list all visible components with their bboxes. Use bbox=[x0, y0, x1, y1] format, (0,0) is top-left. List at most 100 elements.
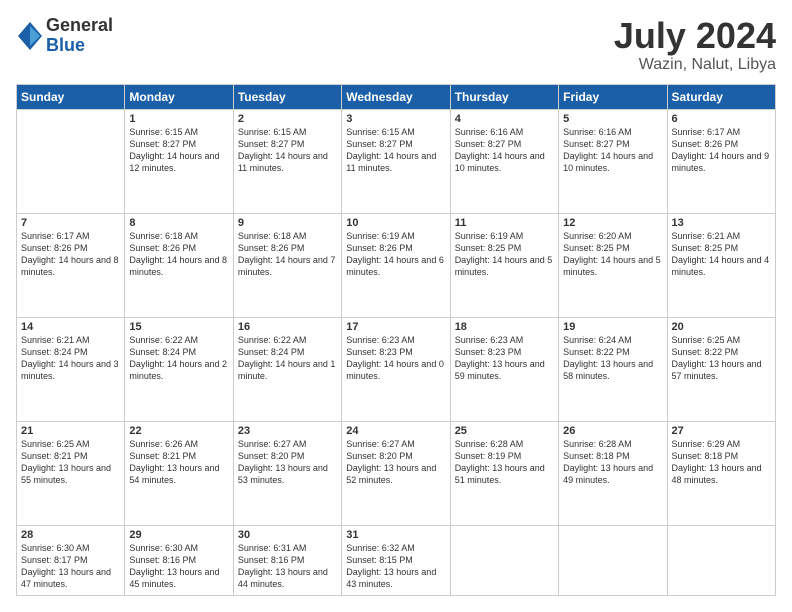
day-number: 9 bbox=[238, 217, 337, 229]
day-info: Sunrise: 6:25 AM Sunset: 8:22 PM Dayligh… bbox=[672, 334, 771, 383]
table-row: 11Sunrise: 6:19 AM Sunset: 8:25 PM Dayli… bbox=[450, 213, 558, 317]
day-info: Sunrise: 6:17 AM Sunset: 8:26 PM Dayligh… bbox=[672, 126, 771, 175]
calendar-week-row: 7Sunrise: 6:17 AM Sunset: 8:26 PM Daylig… bbox=[17, 213, 776, 317]
day-number: 24 bbox=[346, 425, 445, 437]
table-row: 3Sunrise: 6:15 AM Sunset: 8:27 PM Daylig… bbox=[342, 109, 450, 213]
day-info: Sunrise: 6:26 AM Sunset: 8:21 PM Dayligh… bbox=[129, 438, 228, 487]
header-thursday: Thursday bbox=[450, 84, 558, 109]
day-number: 14 bbox=[21, 321, 120, 333]
table-row: 1Sunrise: 6:15 AM Sunset: 8:27 PM Daylig… bbox=[125, 109, 233, 213]
header-tuesday: Tuesday bbox=[233, 84, 341, 109]
table-row: 16Sunrise: 6:22 AM Sunset: 8:24 PM Dayli… bbox=[233, 317, 341, 421]
day-info: Sunrise: 6:20 AM Sunset: 8:25 PM Dayligh… bbox=[563, 230, 662, 279]
day-info: Sunrise: 6:21 AM Sunset: 8:25 PM Dayligh… bbox=[672, 230, 771, 279]
day-info: Sunrise: 6:16 AM Sunset: 8:27 PM Dayligh… bbox=[563, 126, 662, 175]
table-row: 4Sunrise: 6:16 AM Sunset: 8:27 PM Daylig… bbox=[450, 109, 558, 213]
day-number: 2 bbox=[238, 113, 337, 125]
day-number: 30 bbox=[238, 529, 337, 541]
day-number: 22 bbox=[129, 425, 228, 437]
title-block: July 2024 Wazin, Nalut, Libya bbox=[614, 16, 776, 74]
day-number: 31 bbox=[346, 529, 445, 541]
header-friday: Friday bbox=[559, 84, 667, 109]
table-row: 2Sunrise: 6:15 AM Sunset: 8:27 PM Daylig… bbox=[233, 109, 341, 213]
day-number: 11 bbox=[455, 217, 554, 229]
day-info: Sunrise: 6:32 AM Sunset: 8:15 PM Dayligh… bbox=[346, 542, 445, 591]
table-row: 7Sunrise: 6:17 AM Sunset: 8:26 PM Daylig… bbox=[17, 213, 125, 317]
day-number: 1 bbox=[129, 113, 228, 125]
day-number: 6 bbox=[672, 113, 771, 125]
day-number: 13 bbox=[672, 217, 771, 229]
table-row: 13Sunrise: 6:21 AM Sunset: 8:25 PM Dayli… bbox=[667, 213, 775, 317]
day-info: Sunrise: 6:24 AM Sunset: 8:22 PM Dayligh… bbox=[563, 334, 662, 383]
table-row: 31Sunrise: 6:32 AM Sunset: 8:15 PM Dayli… bbox=[342, 526, 450, 596]
day-info: Sunrise: 6:25 AM Sunset: 8:21 PM Dayligh… bbox=[21, 438, 120, 487]
day-number: 23 bbox=[238, 425, 337, 437]
header: General Blue July 2024 Wazin, Nalut, Lib… bbox=[16, 16, 776, 74]
calendar-week-row: 14Sunrise: 6:21 AM Sunset: 8:24 PM Dayli… bbox=[17, 317, 776, 421]
day-number: 7 bbox=[21, 217, 120, 229]
header-wednesday: Wednesday bbox=[342, 84, 450, 109]
table-row: 18Sunrise: 6:23 AM Sunset: 8:23 PM Dayli… bbox=[450, 317, 558, 421]
day-info: Sunrise: 6:18 AM Sunset: 8:26 PM Dayligh… bbox=[129, 230, 228, 279]
table-row: 12Sunrise: 6:20 AM Sunset: 8:25 PM Dayli… bbox=[559, 213, 667, 317]
calendar-header-row: Sunday Monday Tuesday Wednesday Thursday… bbox=[17, 84, 776, 109]
day-info: Sunrise: 6:22 AM Sunset: 8:24 PM Dayligh… bbox=[129, 334, 228, 383]
day-info: Sunrise: 6:22 AM Sunset: 8:24 PM Dayligh… bbox=[238, 334, 337, 383]
table-row: 20Sunrise: 6:25 AM Sunset: 8:22 PM Dayli… bbox=[667, 317, 775, 421]
calendar-week-row: 1 Sunrise: 6:15 AM Sunset: 8:27 PM Daylig… bbox=[17, 109, 776, 213]
table-row: 22Sunrise: 6:26 AM Sunset: 8:21 PM Dayli… bbox=[125, 421, 233, 525]
table-row: 17Sunrise: 6:23 AM Sunset: 8:23 PM Dayli… bbox=[342, 317, 450, 421]
day-number: 17 bbox=[346, 321, 445, 333]
day-number: 19 bbox=[563, 321, 662, 333]
table-row bbox=[17, 109, 125, 213]
logo-text: General Blue bbox=[46, 16, 113, 56]
logo-icon bbox=[18, 22, 42, 50]
day-number: 12 bbox=[563, 217, 662, 229]
header-saturday: Saturday bbox=[667, 84, 775, 109]
table-row bbox=[450, 526, 558, 596]
header-sunday: Sunday bbox=[17, 84, 125, 109]
day-info: Sunrise: 6:30 AM Sunset: 8:16 PM Dayligh… bbox=[129, 542, 228, 591]
table-row: 10Sunrise: 6:19 AM Sunset: 8:26 PM Dayli… bbox=[342, 213, 450, 317]
table-row bbox=[667, 526, 775, 596]
table-row: 24Sunrise: 6:27 AM Sunset: 8:20 PM Dayli… bbox=[342, 421, 450, 525]
table-row: 14Sunrise: 6:21 AM Sunset: 8:24 PM Dayli… bbox=[17, 317, 125, 421]
table-row: 19Sunrise: 6:24 AM Sunset: 8:22 PM Dayli… bbox=[559, 317, 667, 421]
day-info: Sunrise: 6:16 AM Sunset: 8:27 PM Dayligh… bbox=[455, 126, 554, 175]
header-monday: Monday bbox=[125, 84, 233, 109]
table-row: 9Sunrise: 6:18 AM Sunset: 8:26 PM Daylig… bbox=[233, 213, 341, 317]
table-row: 29Sunrise: 6:30 AM Sunset: 8:16 PM Dayli… bbox=[125, 526, 233, 596]
month-title: July 2024 bbox=[614, 16, 776, 56]
day-info: Sunrise: 6:15 AM Sunset: 8:27 PM Dayligh… bbox=[238, 126, 337, 175]
logo-general-text: General bbox=[46, 16, 113, 36]
day-number: 27 bbox=[672, 425, 771, 437]
day-number: 3 bbox=[346, 113, 445, 125]
day-info: Sunrise: 6:27 AM Sunset: 8:20 PM Dayligh… bbox=[238, 438, 337, 487]
day-info: Sunrise: 6:28 AM Sunset: 8:18 PM Dayligh… bbox=[563, 438, 662, 487]
day-number: 26 bbox=[563, 425, 662, 437]
calendar: Sunday Monday Tuesday Wednesday Thursday… bbox=[16, 84, 776, 596]
logo: General Blue bbox=[16, 16, 113, 56]
day-info: Sunrise: 6:21 AM Sunset: 8:24 PM Dayligh… bbox=[21, 334, 120, 383]
calendar-week-row: 28Sunrise: 6:30 AM Sunset: 8:17 PM Dayli… bbox=[17, 526, 776, 596]
day-info: Sunrise: 6:27 AM Sunset: 8:20 PM Dayligh… bbox=[346, 438, 445, 487]
calendar-week-row: 21Sunrise: 6:25 AM Sunset: 8:21 PM Dayli… bbox=[17, 421, 776, 525]
day-info: Sunrise: 6:28 AM Sunset: 8:19 PM Dayligh… bbox=[455, 438, 554, 487]
day-number: 4 bbox=[455, 113, 554, 125]
table-row: 23Sunrise: 6:27 AM Sunset: 8:20 PM Dayli… bbox=[233, 421, 341, 525]
table-row: 5Sunrise: 6:16 AM Sunset: 8:27 PM Daylig… bbox=[559, 109, 667, 213]
day-number: 20 bbox=[672, 321, 771, 333]
day-info: Sunrise: 6:15 AM Sunset: 8:27 PM Dayligh… bbox=[346, 126, 445, 175]
day-info: Sunrise: 6:23 AM Sunset: 8:23 PM Dayligh… bbox=[346, 334, 445, 383]
table-row: 30Sunrise: 6:31 AM Sunset: 8:16 PM Dayli… bbox=[233, 526, 341, 596]
table-row: 6Sunrise: 6:17 AM Sunset: 8:26 PM Daylig… bbox=[667, 109, 775, 213]
day-number: 10 bbox=[346, 217, 445, 229]
day-number: 28 bbox=[21, 529, 120, 541]
day-info: Sunrise: 6:19 AM Sunset: 8:25 PM Dayligh… bbox=[455, 230, 554, 279]
day-number: 21 bbox=[21, 425, 120, 437]
day-info: Sunrise: 6:18 AM Sunset: 8:26 PM Dayligh… bbox=[238, 230, 337, 279]
page: General Blue July 2024 Wazin, Nalut, Lib… bbox=[0, 0, 792, 612]
day-number: 16 bbox=[238, 321, 337, 333]
day-number: 18 bbox=[455, 321, 554, 333]
day-info: Sunrise: 6:31 AM Sunset: 8:16 PM Dayligh… bbox=[238, 542, 337, 591]
